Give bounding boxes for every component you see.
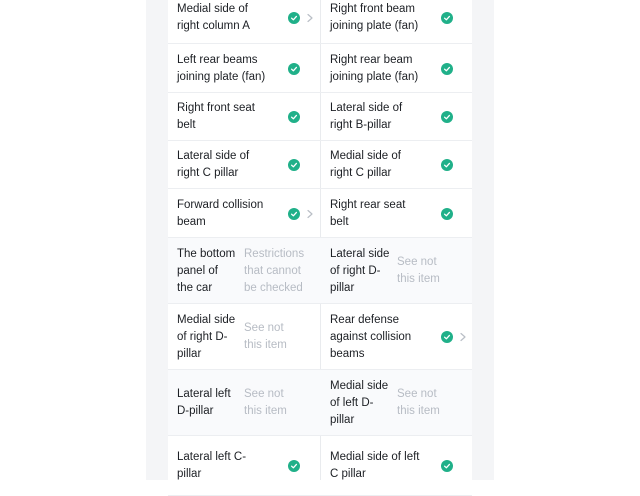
status-note: See not this item [397,388,440,417]
item-label: Lateral left C- pillar [177,451,247,480]
item-label: Medial side of right C pillar [330,150,401,179]
inspection-item: Lateral side of right C pillar [168,141,320,188]
check-circle-icon [288,63,300,75]
inspection-item: Lateral side of right B-pillar [321,93,472,140]
inspection-item: Medial side of left D- pillar See not thi… [321,370,472,435]
item-label: Lateral side of right D- pillar [330,248,390,294]
status-note: See not this item [244,388,287,417]
check-circle-icon [441,208,453,220]
status-note: See not this item [244,322,287,351]
inspection-item[interactable]: Medial side of right column A [168,0,320,43]
inspection-item: Lateral left D-pillar See not this item [168,370,320,435]
table-row: Medial side of right D- pillar See not th… [168,304,472,370]
check-circle-icon [441,159,453,171]
inspection-item: Medial side of left C pillar [321,436,472,495]
status-note: See not this item [397,256,440,285]
table-row: Lateral left C- pillar Medial side of lef… [168,436,472,496]
chevron-right-icon[interactable] [306,209,314,219]
item-label: Right front beam joining plate (fan) [330,3,419,32]
check-circle-icon [441,460,453,472]
check-circle-icon [441,331,453,343]
item-label: Right front seat belt [177,102,255,131]
inspection-item: Medial side of right D- pillar See not th… [168,304,320,369]
table-row: Lateral left D-pillar See not this item Me… [168,370,472,436]
item-label: Medial side of right D- pillar [177,314,236,360]
item-label: Lateral side of right C pillar [177,150,250,179]
inspection-item: Right rear beam joining plate (fan) [321,44,472,92]
item-label: Medial side of left D- pillar [330,380,389,426]
check-circle-icon [441,63,453,75]
table-row: Lateral side of right C pillar Medial sid… [168,141,472,189]
check-circle-icon [441,111,453,123]
screen: Medial side of right column A Right front… [146,0,494,496]
table-row: The bottom panel of the car Restrictions … [168,238,472,304]
inspection-item: Right front seat belt [168,93,320,140]
item-label: Forward collision beam [177,199,264,228]
inspection-item: Right rear seat belt [321,189,472,237]
item-label: Right rear seat belt [330,199,406,228]
chevron-right-icon[interactable] [459,332,467,342]
inspection-item: Medial side of right C pillar [321,141,472,188]
item-label: Left rear beams joining plate (fan) [177,54,266,83]
inspection-item[interactable]: Forward collision beam [168,189,320,237]
inspection-item: The bottom panel of the car Restrictions … [168,238,320,303]
inspection-item: Left rear beams joining plate (fan) [168,44,320,92]
item-label: Lateral side of right B-pillar [330,102,403,131]
item-label: Medial side of right column A [177,3,250,32]
check-circle-icon [288,111,300,123]
table-row: Medial side of right column A Right front… [168,0,472,44]
inspection-item: Lateral left C- pillar [168,436,320,495]
table-row: Right front seat belt Lateral side of rig… [168,93,472,141]
check-circle-icon [288,159,300,171]
inspection-item[interactable]: Rear defense against collision beams [321,304,472,369]
chevron-right-icon[interactable] [306,13,314,23]
item-label: Lateral left D-pillar [177,388,231,417]
inspection-item: Right front beam joining plate (fan) [321,0,472,43]
check-circle-icon [441,12,453,24]
check-circle-icon [288,460,300,472]
item-label: Right rear beam joining plate (fan) [330,54,419,83]
status-note: Restrictions that cannot be checked [244,248,305,294]
inspection-grid: Medial side of right column A Right front… [168,0,472,496]
table-row: Forward collision beam Right rear seat be… [168,189,472,238]
item-label: Rear defense against collision beams [330,314,412,360]
item-label: The bottom panel of the car [177,248,236,294]
check-circle-icon [288,12,300,24]
check-circle-icon [288,208,300,220]
inspection-item: Lateral side of right D- pillar See not t… [321,238,472,303]
table-row: Left rear beams joining plate (fan) Right… [168,44,472,93]
item-label: Medial side of left C pillar [330,451,420,480]
